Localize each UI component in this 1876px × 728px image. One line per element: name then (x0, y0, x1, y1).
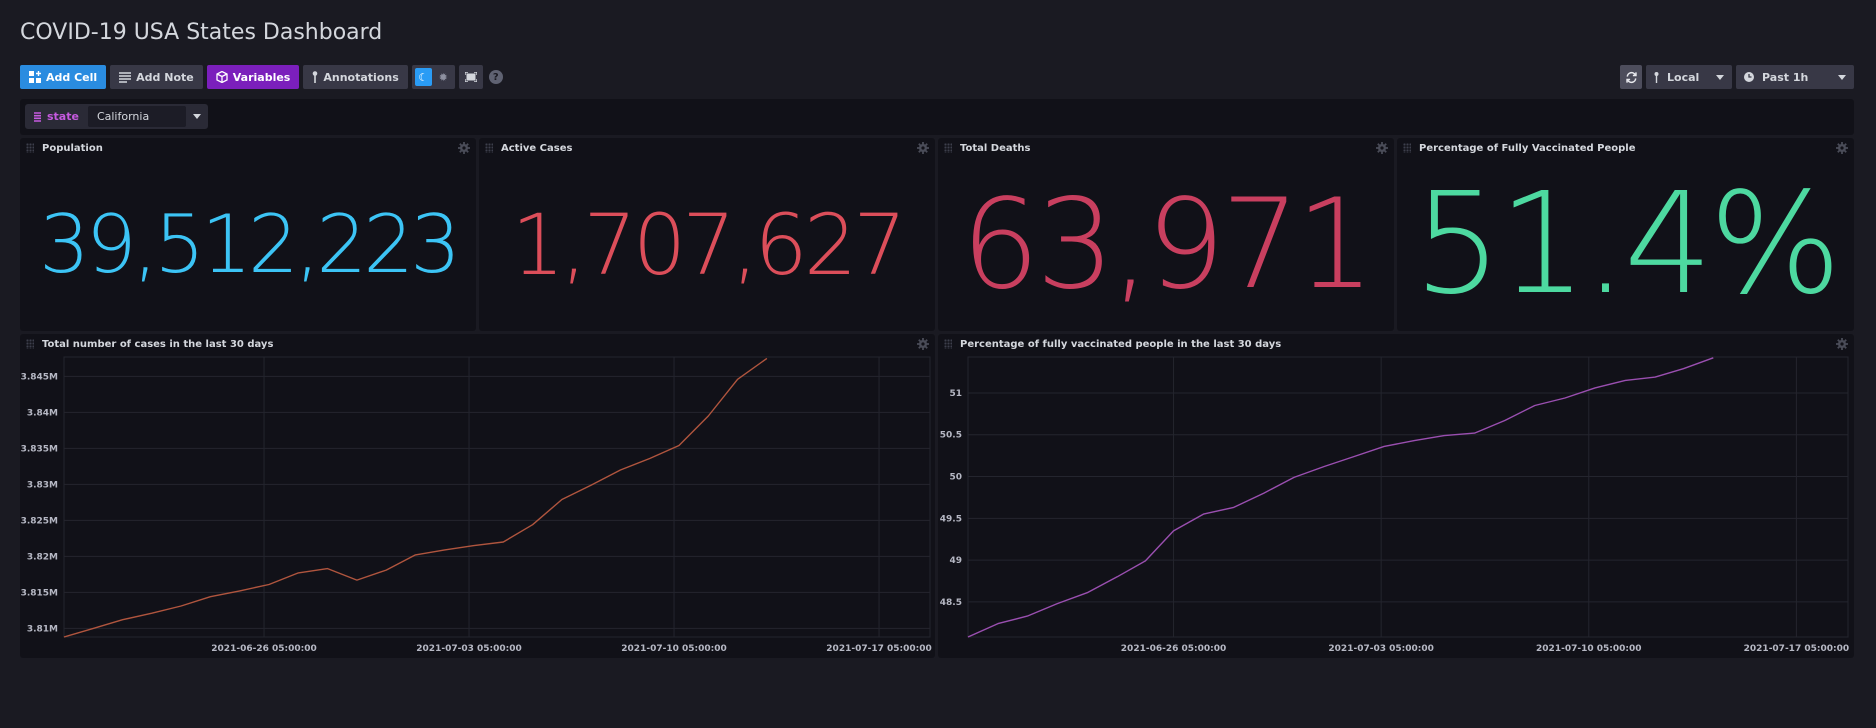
series-line (63, 357, 768, 638)
total-deaths-value: 63,971 (961, 172, 1375, 317)
timezone-dropdown[interactable]: Local (1646, 65, 1732, 89)
drag-handle-icon[interactable] (485, 143, 493, 153)
clock-icon (1744, 72, 1754, 82)
variables-button[interactable]: Variables (206, 65, 300, 89)
help-icon[interactable]: ? (488, 70, 503, 84)
theme-toggle[interactable]: ☾ ✹ (411, 65, 455, 89)
cell-vaccination-chart: Percentage of fully vaccinated people in… (938, 334, 1854, 658)
y-tick-label: 3.845M (21, 372, 58, 382)
add-cell-icon (29, 71, 41, 83)
y-tick-label: 49.5 (940, 514, 962, 524)
y-tick-label: 51 (949, 389, 962, 399)
variable-list-icon (34, 111, 41, 122)
y-tick-label: 3.835M (21, 444, 58, 454)
refresh-button[interactable] (1620, 65, 1642, 89)
add-cell-button[interactable]: Add Cell (20, 65, 107, 89)
variable-name: state (47, 110, 79, 123)
vaccinated-value: 51.4% (1413, 163, 1842, 326)
y-tick-label: 3.81M (27, 624, 58, 634)
presentation-mode-button[interactable] (458, 65, 483, 89)
y-tick-label: 49 (949, 556, 962, 566)
add-cell-label: Add Cell (46, 70, 98, 84)
cell-title: Active Cases (501, 142, 573, 154)
gear-icon[interactable] (458, 142, 470, 154)
cell-total-deaths: Total Deaths 63,971 (938, 138, 1394, 331)
annotations-button[interactable]: Annotations (303, 65, 408, 89)
y-tick-label: 3.825M (21, 516, 58, 526)
cell-title: Percentage of Fully Vaccinated People (1419, 142, 1636, 154)
note-icon (119, 71, 132, 83)
plot-area (967, 356, 1849, 638)
add-note-button[interactable]: Add Note (110, 65, 203, 89)
drag-handle-icon[interactable] (26, 143, 34, 153)
active-cases-value: 1,707,627 (511, 195, 907, 294)
y-tick-label: 50.5 (940, 431, 962, 441)
chevron-down-icon (1716, 74, 1724, 80)
x-tick-label: 2021-07-03 05:00:00 (416, 644, 521, 654)
y-tick-label: 3.82M (27, 552, 58, 562)
gear-icon[interactable] (1836, 142, 1848, 154)
gear-icon[interactable] (917, 142, 929, 154)
x-tick-label: 2021-06-26 05:00:00 (211, 644, 316, 654)
add-note-label: Add Note (136, 70, 194, 84)
drag-handle-icon[interactable] (944, 143, 952, 153)
chevron-down-icon (192, 114, 201, 119)
cube-icon (216, 71, 228, 83)
cell-active-cases: Active Cases 1,707,627 (479, 138, 935, 331)
fullscreen-icon (464, 72, 477, 82)
refresh-icon (1625, 71, 1637, 83)
variables-label: Variables (232, 70, 291, 84)
y-tick-label: 3.815M (21, 588, 58, 598)
chevron-down-icon (1838, 74, 1846, 80)
variables-bar: state California (20, 99, 1854, 135)
cell-title: Population (42, 142, 103, 154)
sun-icon[interactable]: ✹ (435, 68, 452, 86)
annotation-pin-icon (313, 71, 318, 83)
x-tick-label: 2021-06-26 05:00:00 (1121, 644, 1226, 654)
time-range-value: Past 1h (1762, 70, 1809, 84)
series-line (967, 357, 1714, 638)
time-range-dropdown[interactable]: Past 1h (1736, 65, 1854, 89)
dashboard-toolbar: Add Cell Add Note Variables Annotations … (20, 65, 503, 89)
x-tick-label: 2021-07-10 05:00:00 (1536, 644, 1641, 654)
moon-icon[interactable]: ☾ (414, 68, 432, 86)
x-tick-label: 2021-07-03 05:00:00 (1328, 644, 1433, 654)
cell-cases-chart: Total number of cases in the last 30 day… (20, 334, 935, 658)
cases-line-chart[interactable]: 3.81M 3.815M 3.82M 3.825M 3.83M 3.835M 3.84M 3.… (20, 334, 935, 658)
cell-title: Total Deaths (960, 142, 1031, 154)
vaccination-line-chart[interactable]: 48.5 49 49.5 50 50.5 51 2021-06-26 05:00:00 202… (938, 334, 1854, 658)
y-tick-label: 3.83M (27, 480, 58, 490)
pin-icon (1654, 71, 1659, 83)
plot-area (63, 356, 931, 638)
x-tick-label: 2021-07-10 05:00:00 (621, 644, 726, 654)
variable-control-state: state California (25, 104, 208, 129)
time-controls: Local Past 1h (1620, 65, 1854, 89)
gear-icon[interactable] (1376, 142, 1388, 154)
timezone-value: Local (1667, 70, 1700, 84)
annotations-label: Annotations (323, 70, 399, 84)
y-tick-label: 3.84M (27, 408, 58, 418)
population-value: 39,512,223 (38, 198, 461, 291)
variable-select[interactable]: California (87, 106, 186, 127)
drag-handle-icon[interactable] (1403, 143, 1411, 153)
dashboard-title: COVID-19 USA States Dashboard (20, 20, 383, 45)
variable-dropdown-toggle[interactable] (186, 104, 208, 129)
cell-population: Population 39,512,223 (20, 138, 476, 331)
y-tick-label: 50 (949, 473, 962, 483)
cell-vaccinated: Percentage of Fully Vaccinated People 51… (1397, 138, 1854, 331)
x-tick-label: 2021-07-17 05:00:00 (826, 644, 931, 654)
x-tick-label: 2021-07-17 05:00:00 (1744, 644, 1849, 654)
y-tick-label: 48.5 (940, 598, 962, 608)
